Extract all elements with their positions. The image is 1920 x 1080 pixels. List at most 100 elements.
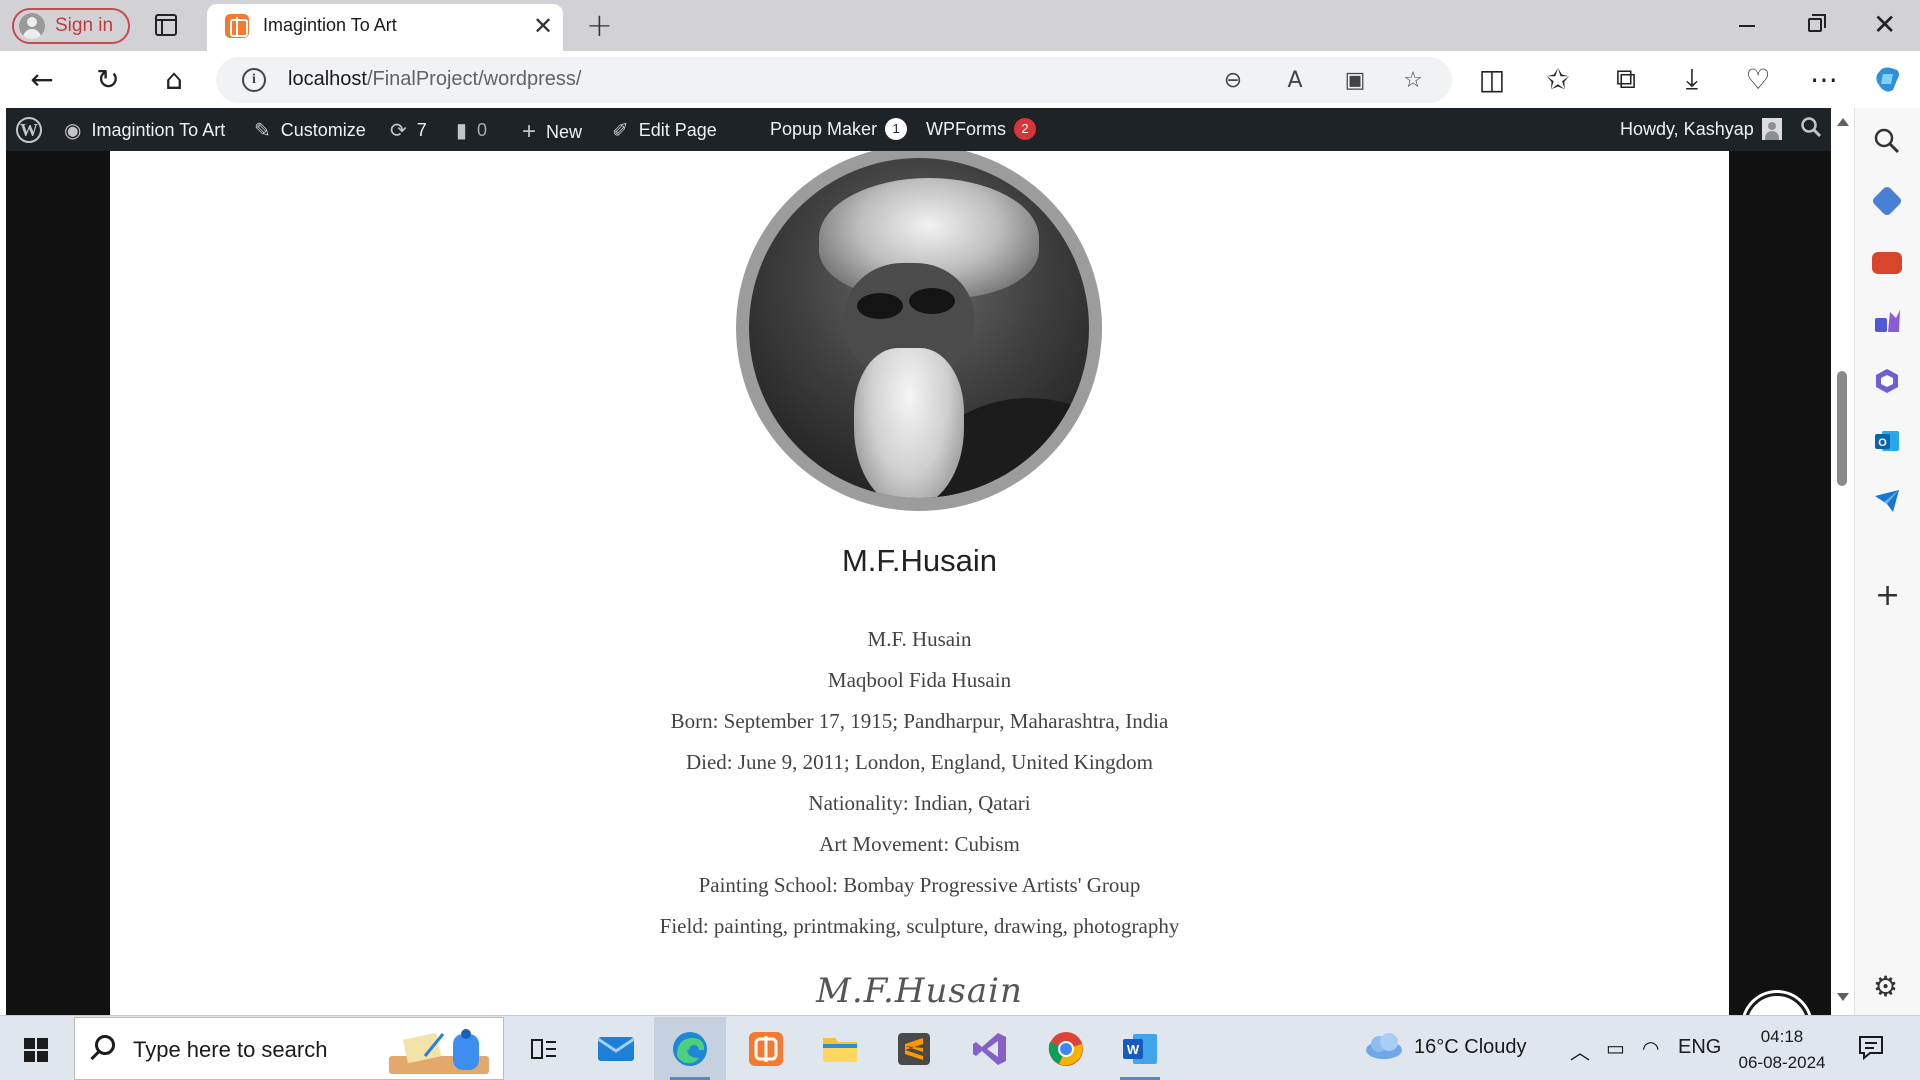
visual-studio-icon[interactable] [954,1017,1026,1080]
howdy-label: Howdy, Kashyap [1620,118,1754,139]
mail-app-icon[interactable] [580,1017,652,1080]
favorite-star-icon[interactable]: ☆ [1396,63,1430,97]
pencil-icon: ✐ [612,120,629,142]
immersive-reader-icon[interactable]: ▣ [1338,63,1372,97]
close-tab-icon[interactable]: ✕ [533,12,553,40]
bio-line: Painting School: Bombay Progressive Arti… [698,873,1141,897]
zoom-out-icon[interactable]: ⊖ [1216,63,1250,97]
task-view-icon[interactable] [508,1017,580,1080]
my-account-menu[interactable]: Howdy, Kashyap [1620,118,1782,140]
artist-bio: M.F. Husain Maqbool Fida Husain Born: Se… [110,619,1729,947]
windows-start-icon[interactable] [24,1038,48,1062]
games-icon[interactable] [1872,306,1902,336]
bio-line: Died: June 9, 2011; London, England, Uni… [685,750,1153,774]
bio-line: Born: September 17, 1915; Pandharpur, Ma… [670,709,1169,733]
wpforms-menu[interactable]: WPForms 2 [926,118,1036,140]
clock-date: 06-08-2024 [1738,1053,1826,1072]
comments-menu[interactable]: ▮ 0 [456,118,487,143]
new-tab-icon[interactable]: + [586,6,613,44]
svg-text:O: O [1878,437,1887,449]
comments-count: 0 [477,120,488,140]
customize-label: Customize [280,120,366,140]
sidebar-settings-gear-icon[interactable]: ⚙ [1873,970,1898,1003]
wordpress-logo-icon[interactable]: W [16,117,42,143]
word-app-icon[interactable]: W [1104,1017,1176,1080]
page-background: M.F.Husain M.F. Husain Maqbool Fida Husa… [6,151,1831,1059]
new-content-menu[interactable]: + New [522,118,582,146]
xampp-app-icon[interactable] [730,1017,802,1080]
site-name-menu[interactable]: ◉ Imagintion To Art [64,118,225,143]
user-avatar-icon [1761,118,1782,140]
site-name-label: Imagintion To Art [91,120,226,140]
taskbar-search-placeholder: Type here to search [133,1037,328,1062]
scrollbar-thumb[interactable] [1837,371,1847,486]
weather-cloud-icon[interactable] [1364,1032,1404,1066]
copilot-icon[interactable] [1870,61,1906,97]
chrome-app-icon[interactable] [1030,1017,1102,1080]
tab-title: Imagintion To Art [263,15,397,35]
file-explorer-icon[interactable] [804,1017,876,1080]
taskbar-clock[interactable]: 04:18 06-08-2024 [1732,1024,1832,1076]
sublime-text-icon[interactable] [878,1017,950,1080]
weather-text[interactable]: 16°C Cloudy [1414,1036,1527,1059]
bio-line: Field: painting, printmaking, sculpture,… [659,914,1180,938]
artist-signature: M.F.Husain [816,971,1023,1011]
battery-icon[interactable]: ▭ [1606,1036,1625,1061]
brush-icon: ✎ [254,120,271,142]
profile-icon [19,13,45,39]
search-highlight-illustration-icon [389,1029,489,1074]
home-icon[interactable]: ⌂ [156,61,192,97]
clock-time: 04:18 [1760,1027,1804,1046]
popup-maker-menu[interactable]: Popup Maker 1 [770,118,908,140]
wp-admin-bar: W ◉ Imagintion To Art ✎ Customize ⟳ 7 ▮ … [6,108,1831,151]
bio-line: Maqbool Fida Husain [827,668,1012,692]
close-window-icon[interactable]: ✕ [1873,8,1896,41]
refresh-icon[interactable]: ↻ [90,61,126,97]
svg-text:W: W [1127,1042,1140,1057]
admin-search-icon[interactable] [1800,116,1822,138]
browser-essentials-icon[interactable]: ♡ [1740,61,1776,97]
taskbar-search-box[interactable]: Type here to search [74,1017,504,1080]
address-bar[interactable]: i localhost/FinalProject/wordpress/ ⊖ A … [216,57,1452,103]
bio-line: M.F. Husain [867,627,972,651]
artist-name-heading: M.F.Husain [841,543,998,578]
read-aloud-icon[interactable]: A [1278,63,1312,97]
add-sidebar-app-icon[interactable]: + [1875,578,1900,613]
minimize-icon[interactable] [1739,25,1755,27]
page-scrollbar[interactable] [1831,108,1854,1015]
outlook-icon[interactable]: O [1872,426,1902,456]
customize-menu[interactable]: ✎ Customize [254,118,366,143]
edge-app-icon[interactable] [654,1017,726,1080]
url-text[interactable]: localhost/FinalProject/wordpress/ [288,68,581,91]
edge-sidebar: O + ⚙ [1854,108,1920,1015]
language-indicator[interactable]: ENG [1678,1036,1721,1059]
dashboard-icon: ◉ [64,120,82,142]
split-screen-icon[interactable]: ◫ [1474,61,1510,97]
sidebar-search-icon[interactable] [1872,126,1902,156]
tools-briefcase-icon[interactable] [1872,252,1902,274]
wifi-icon[interactable]: ◠ [1642,1036,1659,1061]
notification-center-icon[interactable] [1858,1034,1884,1066]
shopping-tag-icon[interactable] [1871,185,1903,217]
more-menu-icon[interactable]: ⋯ [1806,61,1842,97]
downloads-icon[interactable]: ⤓ [1674,61,1710,97]
send-drop-icon[interactable] [1872,486,1902,516]
new-label: New [546,121,583,142]
back-icon[interactable]: ← [24,61,60,97]
microsoft-365-icon[interactable] [1872,366,1902,396]
sign-in-button[interactable]: Sign in [12,8,130,44]
updates-menu[interactable]: ⟳ 7 [390,118,427,143]
site-info-icon[interactable]: i [242,68,266,92]
favorites-icon[interactable]: ✩ [1540,61,1576,97]
tab-actions-icon[interactable] [155,14,177,36]
edit-page-menu[interactable]: ✐ Edit Page [612,118,717,143]
show-hidden-icons-chevron-icon[interactable]: ︿ [1570,1036,1590,1065]
collections-icon[interactable]: ⧉ [1608,61,1644,97]
tab-imagintion-to-art[interactable]: Imagintion To Art ✕ [207,4,563,51]
scroll-down-arrow-icon[interactable] [1837,993,1849,1001]
scroll-up-arrow-icon[interactable] [1837,118,1849,126]
comment-icon: ▮ [456,120,468,142]
restore-icon[interactable] [1808,14,1826,32]
bio-line: Nationality: Indian, Qatari [808,791,1031,815]
updates-icon: ⟳ [390,120,407,142]
